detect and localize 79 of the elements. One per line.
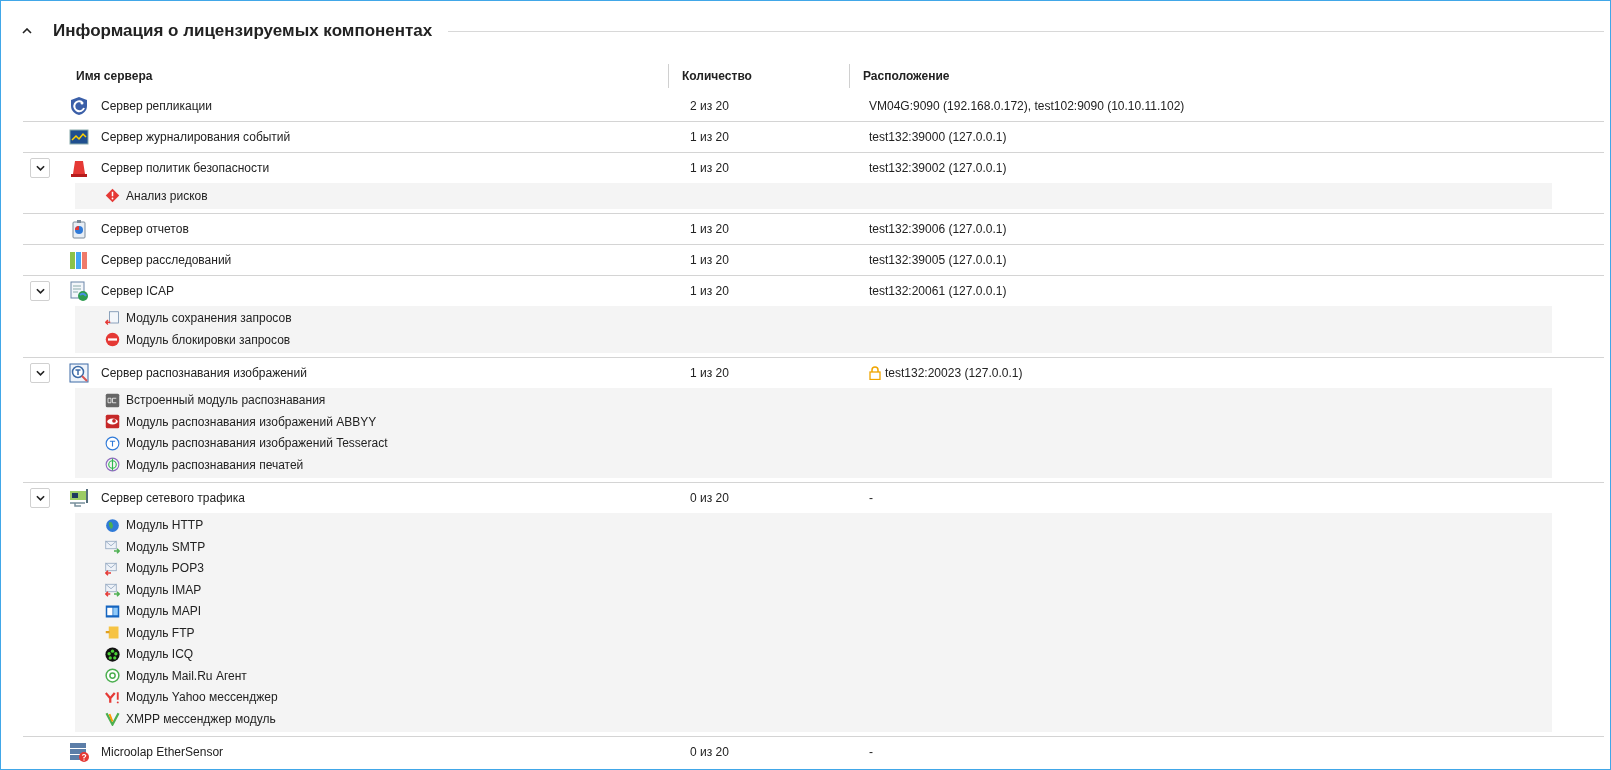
count-cell-text: 1 из 20 xyxy=(690,282,730,300)
count-cell-text: 1 из 20 xyxy=(690,129,730,146)
count-cell-text: 1 из 20 xyxy=(690,364,730,382)
module-name: Модуль IMAP xyxy=(126,581,202,599)
location-cell-text: - xyxy=(869,489,873,507)
module-name: Модуль ICQ xyxy=(126,646,194,664)
count-cell-text: 2 из 20 xyxy=(690,98,730,115)
server-name: Сервер сетевого трафика xyxy=(101,489,246,507)
expand-button[interactable] xyxy=(30,158,50,178)
v-logo-icon xyxy=(105,711,120,727)
clipboard-chart-icon xyxy=(69,218,89,239)
location-cell-text: test132:39006 (127.0.0.1) xyxy=(869,220,1007,238)
letter-y-icon xyxy=(105,689,120,705)
column-header: Расположение xyxy=(863,68,950,85)
location-cell-text: test132:39000 (127.0.0.1) xyxy=(869,129,1007,146)
module-name: Модуль HTTP xyxy=(126,517,204,535)
server-name: Сервер ICAP xyxy=(101,282,175,300)
binders-icon xyxy=(69,249,89,270)
module-name: Модуль Yahoo мессенджер xyxy=(126,689,278,707)
document-globe-icon xyxy=(69,280,89,301)
server-name: Сервер политик безопасности xyxy=(101,160,271,177)
flower-icon xyxy=(105,646,120,662)
location-cell-text: test132:20023 (127.0.0.1) xyxy=(885,364,1023,382)
module-name: Модуль MAPI xyxy=(126,603,202,621)
globe-icon xyxy=(105,517,120,533)
siren-icon xyxy=(69,158,89,178)
chevron-icon xyxy=(35,369,45,376)
module-name: Модуль сохранения запросов xyxy=(126,310,292,328)
column-header: Количество xyxy=(682,68,753,85)
module-name: Модуль распознавания изображений ABBYY xyxy=(126,413,377,431)
server-name: Сервер отчетов xyxy=(101,220,190,238)
module-name: Модуль FTP xyxy=(126,624,195,642)
document-arrow-icon xyxy=(105,310,120,326)
count-cell-text: 1 из 20 xyxy=(690,251,730,269)
location-cell-text: VM04G:9090 (192.168.0.172), test102:9090 (10.10.11.102) xyxy=(869,98,1185,115)
location-cell-text: test132:20061 (127.0.0.1) xyxy=(869,282,1007,300)
eye-icon xyxy=(105,414,120,430)
server-question-icon xyxy=(69,741,89,762)
section-title: Информация о лицензируемых компонентах xyxy=(53,20,433,43)
magnifier-text-icon xyxy=(69,362,89,383)
module-name: XMPP мессенджер модуль xyxy=(126,710,276,728)
module-name: Модуль распознавания печатей xyxy=(126,456,304,474)
envelope-arrows-icon xyxy=(105,582,120,598)
server-name: Microolap EtherSensor xyxy=(101,743,225,761)
count-cell-text: 0 из 20 xyxy=(690,489,730,507)
count-cell-text: 1 из 20 xyxy=(690,220,730,238)
server-name: Сервер репликации xyxy=(101,98,213,115)
folder-icon xyxy=(105,625,120,641)
location-cell-text: test132:39005 (127.0.0.1) xyxy=(869,251,1007,269)
expand-button[interactable] xyxy=(30,487,50,508)
chevron-icon xyxy=(35,494,45,501)
module-name: Встроенный модуль распознавания xyxy=(126,392,326,410)
letter-t-circle-icon xyxy=(105,435,120,451)
module-name: Модуль Mail.Ru Агент xyxy=(126,667,247,685)
location-cell-text: test132:39002 (127.0.0.1) xyxy=(869,160,1007,177)
expand-button[interactable] xyxy=(30,362,50,383)
chart-monitor-icon xyxy=(69,127,89,147)
module-name: Модуль POP3 xyxy=(126,560,204,578)
column-header: Имя сервера xyxy=(76,68,154,85)
module-name: Модуль SMTP xyxy=(126,538,206,556)
server-name: Сервер расследований xyxy=(101,251,233,269)
module-name: Модуль блокировки запросов xyxy=(126,331,291,349)
chevron-icon xyxy=(22,28,32,34)
count-cell-text: 1 из 20 xyxy=(690,160,730,177)
envelope-arrow-icon xyxy=(105,539,120,555)
expand-button[interactable] xyxy=(30,280,50,301)
no-entry-icon xyxy=(105,332,120,348)
server-name: Сервер журналирования событий xyxy=(101,129,292,146)
location-cell-text: - xyxy=(869,743,873,761)
network-card-icon xyxy=(69,487,89,508)
shield-icon xyxy=(69,96,89,116)
module-name: Модуль распознавания изображений Tesseract xyxy=(126,435,388,453)
count-cell-text: 0 из 20 xyxy=(690,743,730,761)
warning-diamond-icon xyxy=(105,188,120,204)
module-name: Анализ рисков xyxy=(126,187,208,205)
chevron-icon xyxy=(35,287,45,294)
chevron-icon xyxy=(35,165,45,171)
server-name: Сервер распознавания изображений xyxy=(101,364,308,382)
envelope-arrow-icon xyxy=(105,560,120,576)
